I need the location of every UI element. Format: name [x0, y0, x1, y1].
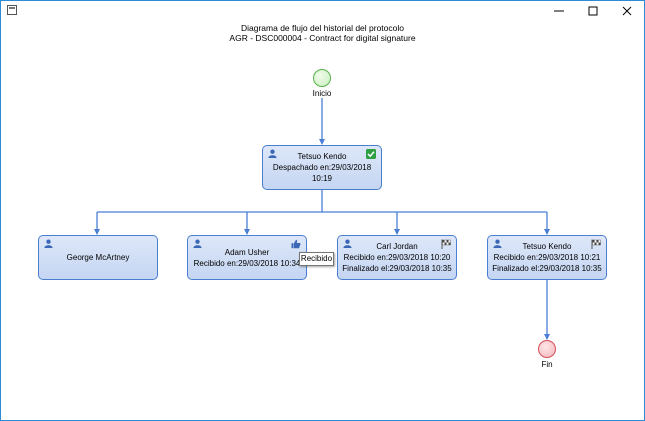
end-label: Fin: [541, 360, 553, 369]
start-label: Inicio: [312, 89, 332, 98]
recipient-name: George McArtney: [66, 253, 130, 262]
recipient-received-at: Recibido en:29/03/2018 10:20: [343, 253, 451, 262]
recipient-finished-at: Finalizado el:29/03/2018 10:35: [342, 264, 452, 273]
user-icon: [44, 239, 53, 251]
thumbs-up-icon[interactable]: [291, 239, 301, 252]
user-icon: [493, 239, 502, 251]
recipient-node-adam[interactable]: Adam Usher Recibido en:29/03/2018 10:34: [187, 235, 307, 280]
checkered-flag-icon: [591, 239, 601, 252]
start-node[interactable]: [313, 69, 331, 87]
recipient-received-at: Recibido en:29/03/2018 10:21: [493, 253, 601, 262]
recipient-received-at: Recibido en:29/03/2018 10:34: [193, 258, 301, 268]
recipient-name: Carl Jordan: [376, 242, 418, 251]
tooltip: Recibido: [299, 252, 334, 266]
recipient-node-george[interactable]: George McArtney: [38, 235, 158, 280]
user-icon: [193, 239, 202, 251]
recipient-name: Adam Usher: [224, 247, 270, 257]
dispatcher-node[interactable]: Tetsuo Kendo Despachado en:29/03/2018 10…: [262, 145, 382, 190]
recipient-finished-at: Finalizado el:29/03/2018 10:35: [492, 264, 602, 273]
recipient-name: Tetsuo Kendo: [522, 242, 572, 251]
checkered-flag-icon: [441, 239, 451, 252]
recipient-node-carl[interactable]: Carl Jordan Recibido en:29/03/2018 10:20…: [337, 235, 457, 280]
flow-window: Diagrama de flujo del historial del prot…: [0, 0, 645, 421]
dispatcher-dispatched-at: Despachado en:29/03/2018 10:19: [272, 163, 372, 183]
end-node[interactable]: [538, 340, 556, 358]
user-icon: [268, 149, 277, 161]
check-icon: [366, 149, 376, 162]
dispatcher-name: Tetsuo Kendo: [297, 152, 347, 161]
recipient-node-tetsuo[interactable]: Tetsuo Kendo Recibido en:29/03/2018 10:2…: [487, 235, 607, 280]
user-icon: [343, 239, 352, 251]
